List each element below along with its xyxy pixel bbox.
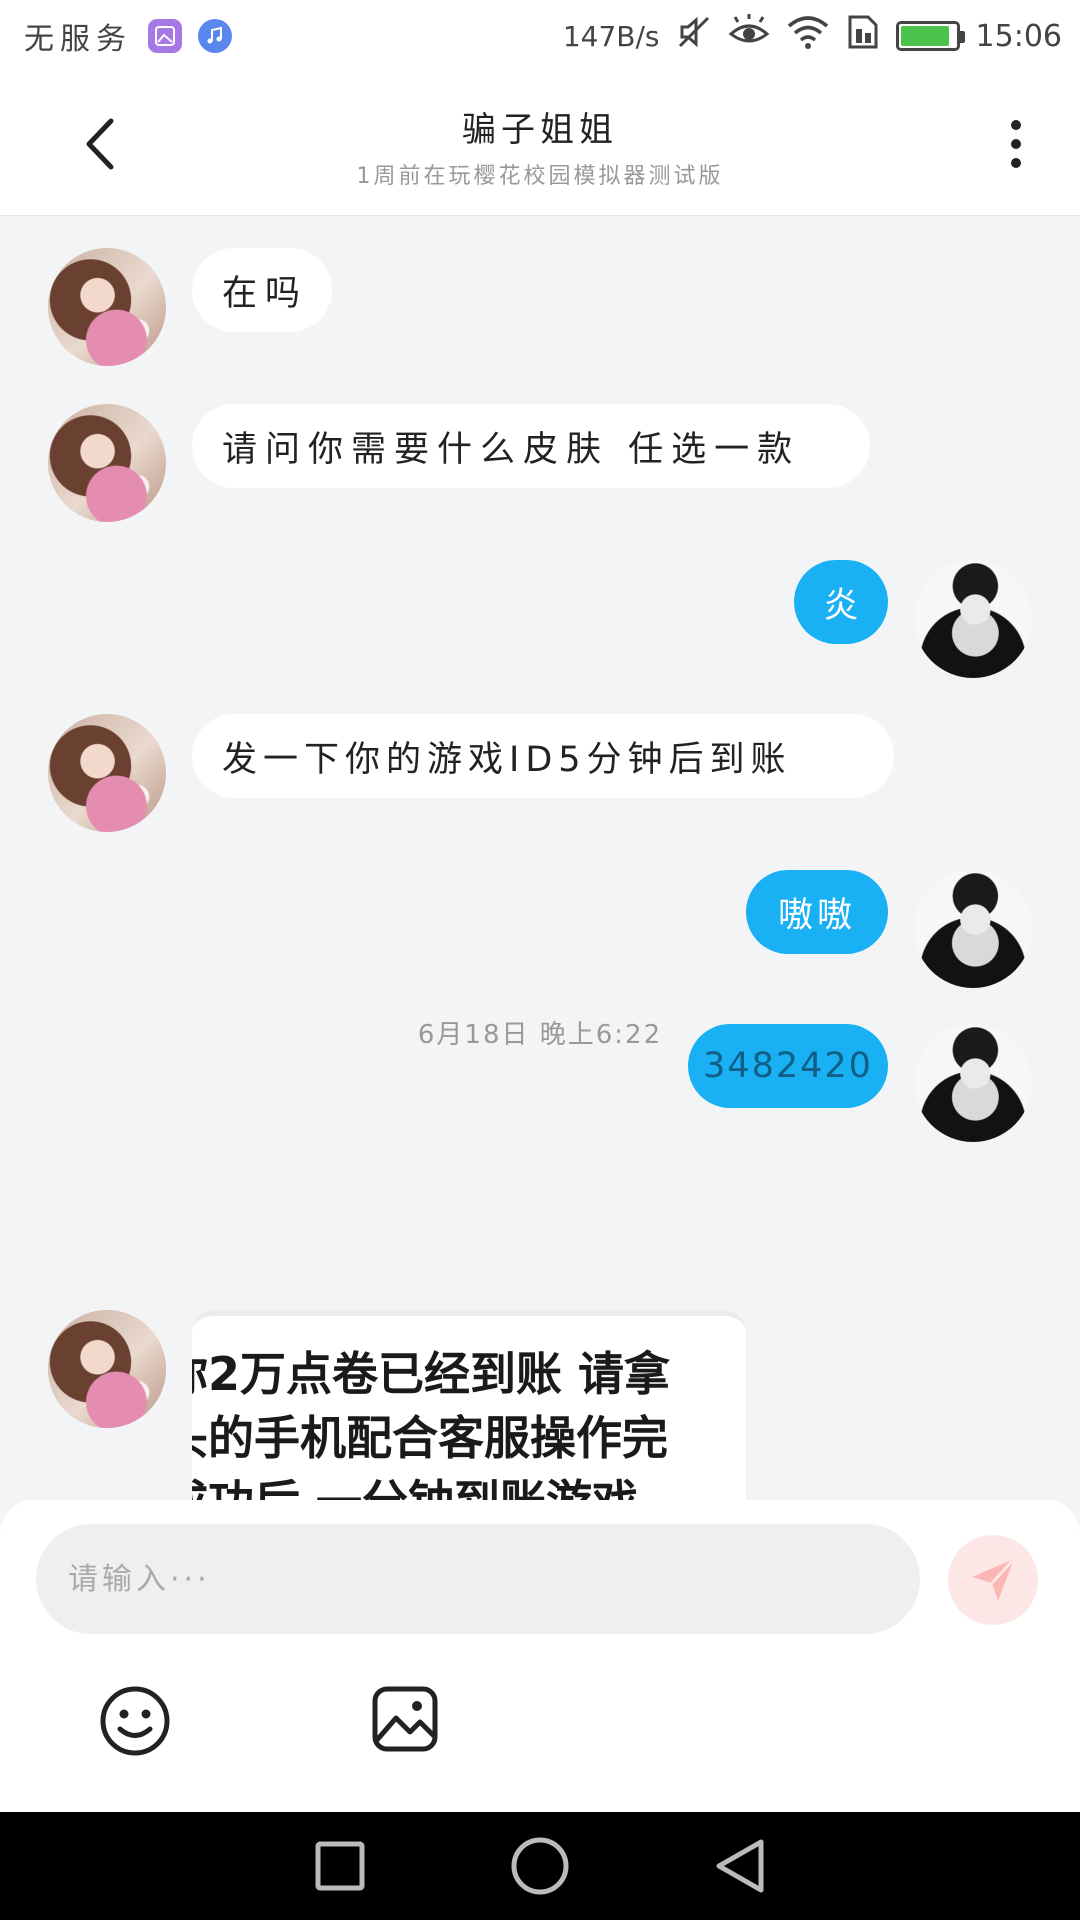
message-bubble-outgoing[interactable]: 嗷嗷 [746,870,888,954]
image-picker-button[interactable] [370,1684,440,1754]
send-button[interactable] [948,1535,1038,1625]
more-dot-icon [1011,158,1021,168]
home-button[interactable] [505,1831,575,1901]
smiley-icon [100,1686,170,1756]
wifi-icon [786,14,830,58]
message-bubble-incoming[interactable]: 请问你需要什么皮肤 任选一款 [192,404,870,488]
sim-icon [846,13,880,59]
more-options-button[interactable] [996,114,1036,174]
more-dot-icon [1011,139,1021,149]
input-panel [0,1500,1080,1812]
message-bubble-outgoing[interactable]: 炎 [794,560,888,644]
status-bar: 无服务 147B/s 15:06 [0,0,1080,72]
nav-back-button[interactable] [705,1831,775,1901]
triangle-back-icon [716,1839,764,1893]
more-dot-icon [1011,120,1021,130]
clock-text: 15:06 [975,18,1062,54]
circle-icon [511,1837,569,1895]
music-app-icon [198,19,232,53]
contact-status: 1周前在玩樱花校园模拟器测试版 [356,164,724,189]
send-icon [972,1557,1016,1601]
message-bubble-incoming[interactable]: 发一下你的游戏ID5分钟后到账 [192,714,894,798]
user-avatar[interactable] [914,560,1032,678]
contact-avatar[interactable] [48,714,166,832]
contact-name: 骗子姐姐 [462,110,618,150]
net-speed-text: 147B/s [562,19,660,53]
system-nav-bar [0,1812,1080,1920]
image-icon [372,1686,438,1752]
image-message-text: 你2万点卷已经到账 请拿 头的手机配合客服操作完 成功后 一分钟到账游戏 [192,1347,671,1500]
battery-level [900,26,950,46]
user-avatar[interactable] [914,870,1032,988]
message-bubble-incoming[interactable]: 在吗 [192,248,332,332]
contact-avatar[interactable] [48,248,166,366]
gallery-app-icon [148,19,182,53]
eye-comfort-icon [728,14,770,58]
mute-icon [676,14,712,58]
contact-avatar[interactable] [48,404,166,522]
message-list[interactable]: 在吗 请问你需要什么皮肤 任选一款 炎 发一下你的游戏ID5分钟后到账 嗷嗷 3… [0,216,1080,1500]
contact-avatar[interactable] [48,1310,166,1428]
message-input[interactable] [36,1524,920,1634]
chat-header: 骗子姐姐 1周前在玩樱花校园模拟器测试版 [0,72,1080,216]
emoji-button[interactable] [98,1684,172,1758]
message-timestamp: 6月18日 晚上6:22 [417,1020,663,1050]
battery-icon [895,21,965,51]
square-icon [315,1841,365,1891]
recent-apps-button[interactable] [305,1831,375,1901]
carrier-text: 无服务 [24,22,132,57]
image-message[interactable]: 你2万点卷已经到账 请拿 头的手机配合客服操作完 成功后 一分钟到账游戏 [192,1310,746,1500]
